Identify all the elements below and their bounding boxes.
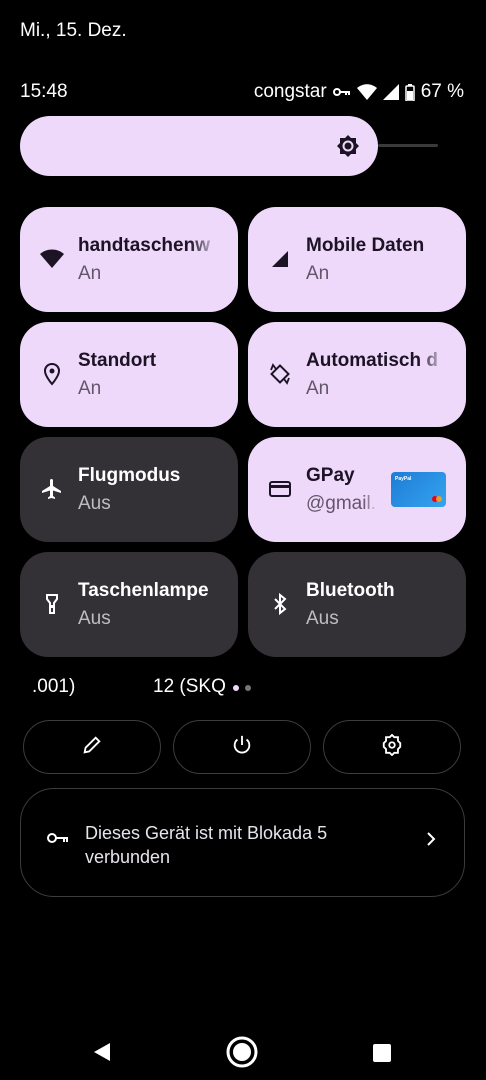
tile-label: handtaschenw xyxy=(78,235,210,256)
tile-flashlight[interactable]: Taschenlampe Aus xyxy=(20,552,238,657)
back-button[interactable] xyxy=(92,1042,112,1067)
vpn-banner-text: Dieses Gerät ist mit Blokada 5 verbunden xyxy=(85,823,328,867)
brightness-icon xyxy=(336,134,360,158)
location-icon xyxy=(40,362,64,386)
build-number-left: .001) xyxy=(32,676,76,697)
tile-state: An xyxy=(78,378,102,399)
settings-button[interactable] xyxy=(323,720,461,774)
build-info-row: .001) 12 (SKQ xyxy=(0,676,486,700)
brightness-slider-fill[interactable] xyxy=(20,116,378,176)
settings-icon xyxy=(381,733,403,761)
tile-mobile-data[interactable]: Mobile Daten An xyxy=(248,207,466,312)
tile-state: Aus xyxy=(306,608,339,629)
brightness-slider[interactable] xyxy=(20,116,438,176)
build-number-right: 12 (SKQ xyxy=(153,676,226,697)
clock: 15:48 xyxy=(20,81,68,102)
tile-label: Bluetooth xyxy=(306,580,395,601)
payment-card-image: PayPal xyxy=(391,472,446,507)
edit-button[interactable] xyxy=(23,720,161,774)
tile-state: An xyxy=(78,263,102,284)
battery-icon xyxy=(404,83,415,101)
card-icon xyxy=(268,477,292,501)
cellular-icon xyxy=(268,247,292,271)
tile-wifi[interactable]: handtaschenw An xyxy=(20,207,238,312)
flashlight-icon xyxy=(40,592,64,616)
tile-label: Automatisch d xyxy=(306,350,438,371)
tile-auto-rotate[interactable]: Automatisch d An xyxy=(248,322,466,427)
key-icon xyxy=(47,831,69,850)
vpn-banner[interactable]: Dieses Gerät ist mit Blokada 5 verbunden xyxy=(20,788,465,897)
bluetooth-icon xyxy=(268,592,292,616)
tile-state: Aus xyxy=(78,493,111,514)
tile-state: An xyxy=(306,378,330,399)
tile-gpay[interactable]: GPay @gmail. PayPal xyxy=(248,437,466,542)
airplane-icon xyxy=(40,477,64,501)
battery-percent: 67 % xyxy=(420,81,464,102)
status-bar: 15:48 congstar 67 % xyxy=(20,80,464,104)
power-button[interactable] xyxy=(173,720,311,774)
tile-state: Aus xyxy=(78,608,111,629)
signal-icon xyxy=(382,84,399,100)
wifi-icon xyxy=(40,247,64,271)
page-dot xyxy=(245,685,251,691)
recents-button[interactable] xyxy=(373,1044,391,1067)
tile-state: An xyxy=(306,263,330,284)
edit-icon xyxy=(81,734,103,761)
page-dot-active xyxy=(233,685,239,691)
tile-label: Taschenlampe xyxy=(78,580,209,601)
tile-airplane-mode[interactable]: Flugmodus Aus xyxy=(20,437,238,542)
vpn-key-icon xyxy=(332,86,351,98)
home-button[interactable] xyxy=(226,1036,258,1073)
auto-rotate-icon xyxy=(268,362,292,386)
carrier-name: congstar xyxy=(253,81,327,102)
tile-location[interactable]: Standort An xyxy=(20,322,238,427)
brightness-slider-track[interactable] xyxy=(378,144,438,147)
tile-label: Flugmodus xyxy=(78,465,181,486)
power-icon xyxy=(231,734,253,761)
date-label: Mi., 15. Dez. xyxy=(20,20,127,41)
wifi-status-icon xyxy=(356,84,377,100)
navigation-bar xyxy=(0,1020,486,1080)
tile-bluetooth[interactable]: Bluetooth Aus xyxy=(248,552,466,657)
chevron-right-icon xyxy=(426,831,436,852)
card-brand: PayPal xyxy=(395,476,412,482)
tile-label: Standort xyxy=(78,350,157,371)
tile-label: GPay xyxy=(306,465,355,486)
tile-state: @gmail. xyxy=(306,493,376,514)
tile-label: Mobile Daten xyxy=(306,235,425,256)
